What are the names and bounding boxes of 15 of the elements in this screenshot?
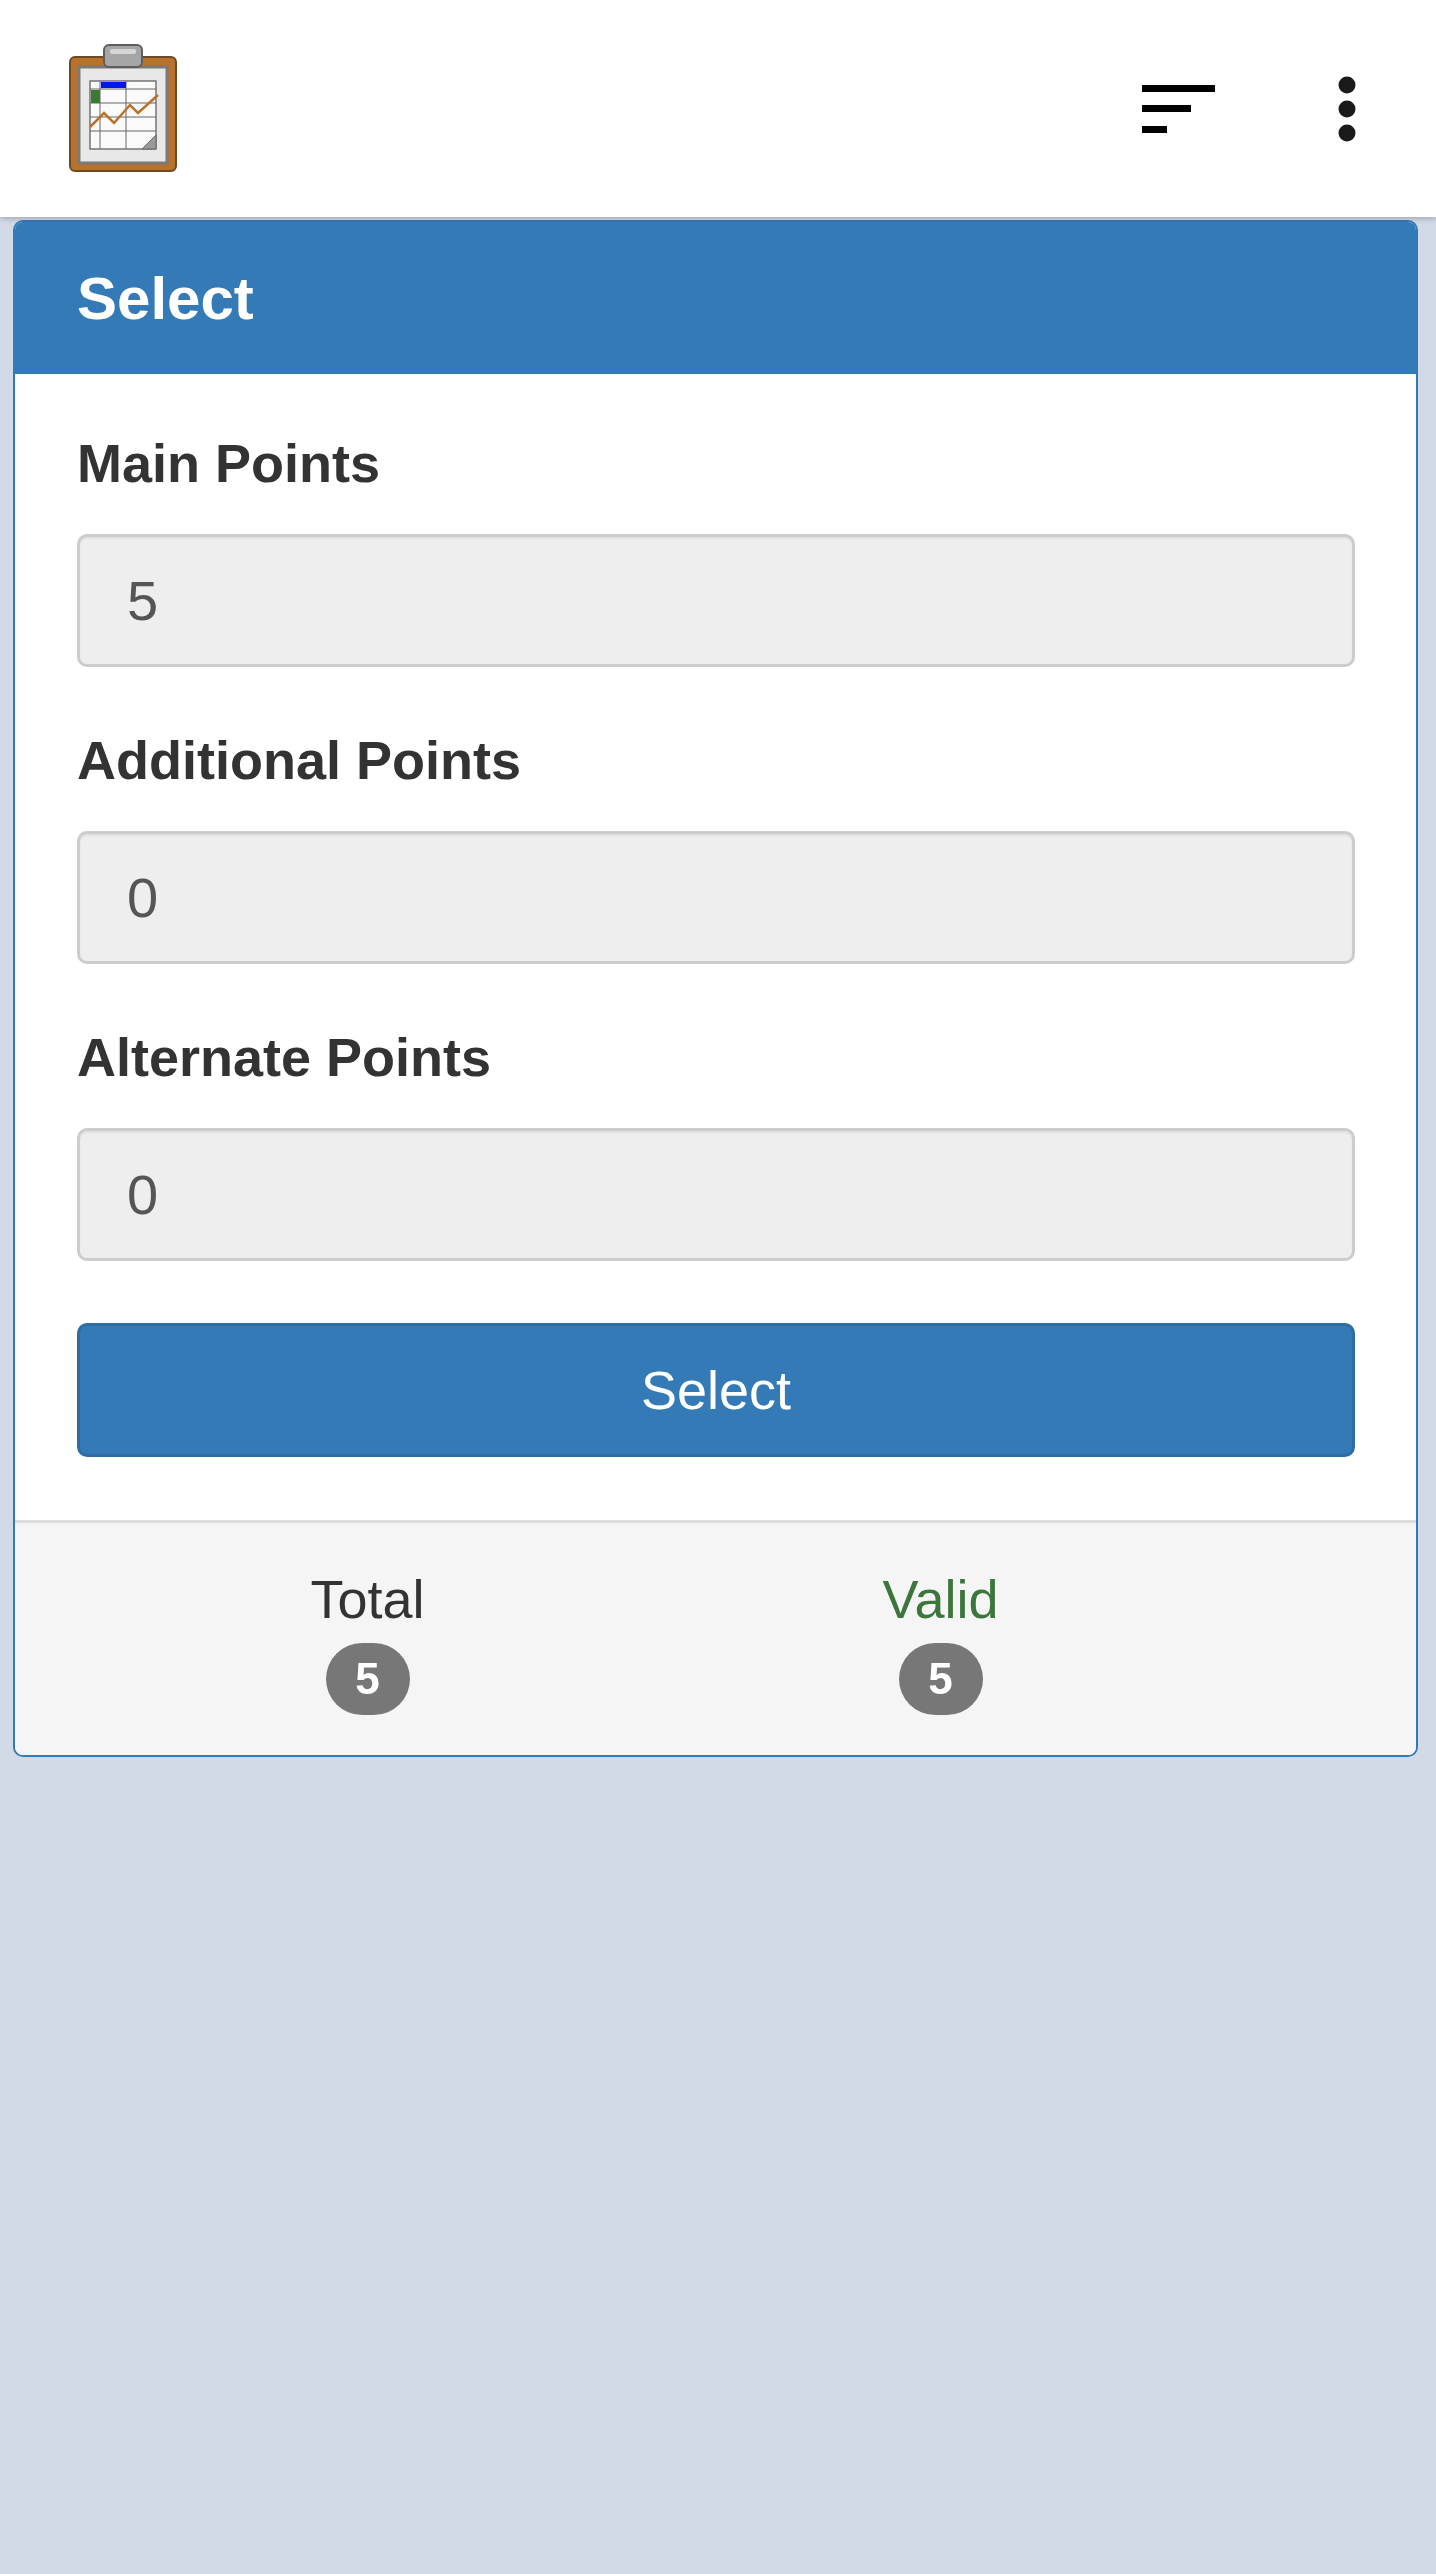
count-badge: 5 — [898, 1643, 983, 1715]
clipboard-icon[interactable] — [68, 42, 178, 173]
field-label: Additional Points — [77, 729, 521, 791]
points-field[interactable]: 0 — [77, 831, 1355, 964]
sort-icon[interactable] — [1142, 84, 1215, 133]
select-button[interactable]: Select — [77, 1323, 1355, 1457]
count-badge: 5 — [325, 1643, 410, 1715]
counter-label: Total — [310, 1568, 425, 1631]
field-label: Alternate Points — [77, 1026, 492, 1088]
counter-label: Valid — [882, 1568, 999, 1631]
points-field[interactable]: 5 — [77, 534, 1355, 667]
panel-title: Select — [77, 263, 254, 333]
field-label: Main Points — [77, 432, 380, 494]
points-field[interactable]: 0 — [77, 1128, 1355, 1261]
more-options-icon[interactable] — [1338, 75, 1356, 142]
